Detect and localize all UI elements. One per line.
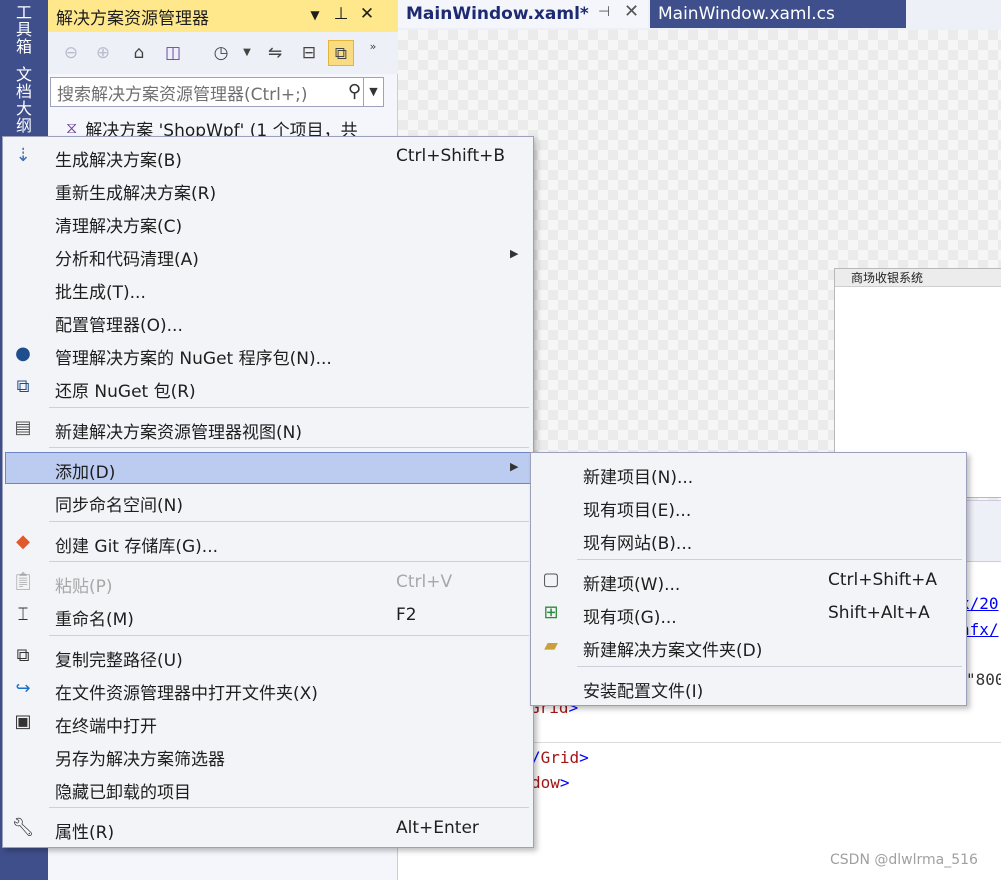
- paste-icon: 📋︎: [11, 571, 35, 592]
- menu-separator: [49, 807, 529, 808]
- rename-icon: ⌶: [17, 604, 29, 625]
- git-icon: ◆: [16, 531, 30, 552]
- menu-item-analyze-cleanup[interactable]: 分析和代码清理(A) ▶: [4, 239, 532, 271]
- show-all-icon[interactable]: ⧉: [328, 40, 354, 66]
- submenu-item-existing-project[interactable]: 现有项目(E)...: [532, 490, 965, 522]
- submenu-item-new-solution-folder[interactable]: ▰ 新建解决方案文件夹(D): [532, 630, 965, 662]
- pin-tab-icon[interactable]: ⊣: [598, 4, 610, 20]
- search-icon[interactable]: ⚲: [348, 81, 361, 102]
- overflow-icon[interactable]: »: [366, 34, 380, 60]
- solution-explorer-toolbar: ⊖ ⊕ ⌂ ◫ ◷ ▼ ⇋ ⊟ ⧉ »: [48, 32, 398, 74]
- solution-explorer-titlebar: 解决方案资源管理器 ▼ ⊥ ✕: [48, 0, 398, 32]
- submenu-item-existing-item[interactable]: ⊞ 现有项(G)... Shift+Alt+A: [532, 597, 965, 629]
- menu-separator: [577, 559, 962, 560]
- forward-icon[interactable]: ⊕: [90, 40, 116, 66]
- tab-mainwindow-xaml[interactable]: MainWindow.xaml* ⊣ ✕: [398, 0, 648, 28]
- build-solution-icon: ⇣: [15, 145, 31, 166]
- menu-separator: [49, 521, 529, 522]
- document-tab-bar: MainWindow.xaml* ⊣ ✕ MainWindow.xaml.cs: [398, 0, 1001, 30]
- wrench-icon: 🔧︎: [11, 817, 35, 838]
- copy-path-icon: ⧉: [16, 645, 30, 666]
- watermark: CSDN @dlwlrma_516: [830, 852, 978, 868]
- design-window-title: 商场收银系统: [835, 269, 1001, 287]
- restore-nuget-icon: ⧉: [16, 376, 30, 397]
- menu-item-open-in-explorer[interactable]: ↪ 在文件资源管理器中打开文件夹(X): [4, 673, 532, 705]
- menu-item-create-git-repo[interactable]: ◆ 创建 Git 存储库(G)...: [4, 526, 532, 558]
- dropdown-icon[interactable]: ▼: [234, 40, 260, 66]
- solution-context-menu: ⇣ 生成解决方案(B) Ctrl+Shift+B 重新生成解决方案(R) 清理解…: [2, 136, 534, 848]
- nuget-icon: ●: [15, 343, 31, 364]
- search-placeholder: 搜索解决方案资源管理器(Ctrl+;): [57, 84, 308, 105]
- document-outline-tab[interactable]: 文档大纲: [10, 66, 34, 134]
- menu-item-save-as-filter[interactable]: 另存为解决方案筛选器: [4, 739, 532, 771]
- submenu-item-new-project[interactable]: 新建项目(N)...: [532, 457, 965, 489]
- window-position-dropdown-icon[interactable]: ▼: [304, 8, 326, 22]
- menu-item-add[interactable]: 添加(D) ▶: [5, 452, 532, 484]
- menu-item-hide-unloaded[interactable]: 隐藏已卸载的项目: [4, 772, 532, 804]
- menu-item-new-explorer-view[interactable]: ▤ 新建解决方案资源管理器视图(N): [4, 412, 532, 444]
- terminal-icon: ▣: [14, 711, 32, 732]
- submenu-arrow-icon: ▶: [510, 247, 519, 260]
- menu-separator: [577, 666, 962, 667]
- pin-icon[interactable]: ⊥: [330, 4, 352, 24]
- code-line: dow>: [531, 773, 570, 792]
- back-icon[interactable]: ⊖: [58, 40, 84, 66]
- vs-switch-icon[interactable]: ◫: [160, 40, 186, 66]
- collapse-icon[interactable]: ⊟: [296, 40, 322, 66]
- menu-item-paste[interactable]: 📋︎ 粘贴(P) Ctrl+V: [4, 566, 532, 598]
- solution-explorer-title: 解决方案资源管理器: [56, 8, 209, 29]
- menu-item-batch-build[interactable]: 批生成(T)...: [4, 272, 532, 304]
- menu-separator: [49, 447, 529, 448]
- menu-item-manage-nuget[interactable]: ● 管理解决方案的 NuGet 程序包(N)...: [4, 338, 532, 370]
- add-submenu: 新建项目(N)... 现有项目(E)... 现有网站(B)... ▢ 新建项(W…: [530, 452, 967, 706]
- search-input[interactable]: 搜索解决方案资源管理器(Ctrl+;) ⚲ ▼: [50, 77, 384, 107]
- menu-item-restore-nuget[interactable]: ⧉ 还原 NuGet 包(R): [4, 371, 532, 403]
- sync-icon[interactable]: ⇋: [262, 40, 288, 66]
- menu-separator: [49, 635, 529, 636]
- menu-item-build-solution[interactable]: ⇣ 生成解决方案(B) Ctrl+Shift+B: [4, 140, 532, 172]
- submenu-arrow-icon: ▶: [510, 460, 519, 473]
- submenu-item-new-item[interactable]: ▢ 新建项(W)... Ctrl+Shift+A: [532, 564, 965, 596]
- history-icon[interactable]: ◷: [208, 40, 234, 66]
- menu-item-open-in-terminal[interactable]: ▣ 在终端中打开: [4, 706, 532, 738]
- search-options-dropdown-icon[interactable]: ▼: [363, 78, 383, 106]
- toolbox-tab[interactable]: 工具箱: [10, 4, 34, 55]
- menu-separator: [49, 561, 529, 562]
- menu-item-clean-solution[interactable]: 清理解决方案(C): [4, 206, 532, 238]
- menu-separator: [49, 407, 529, 408]
- menu-item-copy-full-path[interactable]: ⧉ 复制完整路径(U): [4, 640, 532, 672]
- new-folder-icon: ▰: [544, 635, 558, 656]
- tab-label: MainWindow.xaml*: [406, 4, 589, 24]
- submenu-item-install-profile[interactable]: 安装配置文件(I): [532, 671, 965, 703]
- menu-item-rename[interactable]: ⌶ 重命名(M) F2: [4, 599, 532, 631]
- menu-item-config-manager[interactable]: 配置管理器(O)...: [4, 305, 532, 337]
- menu-item-rebuild-solution[interactable]: 重新生成解决方案(R): [4, 173, 532, 205]
- close-icon[interactable]: ✕: [356, 4, 378, 24]
- menu-item-properties[interactable]: 🔧︎ 属性(R) Alt+Enter: [4, 812, 532, 844]
- close-tab-icon[interactable]: ✕: [624, 1, 639, 22]
- new-view-icon: ▤: [14, 417, 32, 438]
- home-icon[interactable]: ⌂: [126, 40, 152, 66]
- submenu-item-existing-website[interactable]: 现有网站(B)...: [532, 523, 965, 555]
- code-line: /Grid>: [531, 748, 589, 767]
- solution-icon: ⧖: [66, 118, 78, 137]
- tab-mainwindow-xaml-cs[interactable]: MainWindow.xaml.cs: [650, 0, 906, 28]
- tab-label: MainWindow.xaml.cs: [658, 4, 835, 24]
- code-line: "800: [966, 670, 1001, 689]
- new-item-icon: ▢: [542, 569, 560, 590]
- open-folder-icon: ↪: [15, 678, 31, 699]
- existing-item-icon: ⊞: [543, 602, 559, 623]
- menu-item-sync-namespaces[interactable]: 同步命名空间(N): [4, 485, 532, 517]
